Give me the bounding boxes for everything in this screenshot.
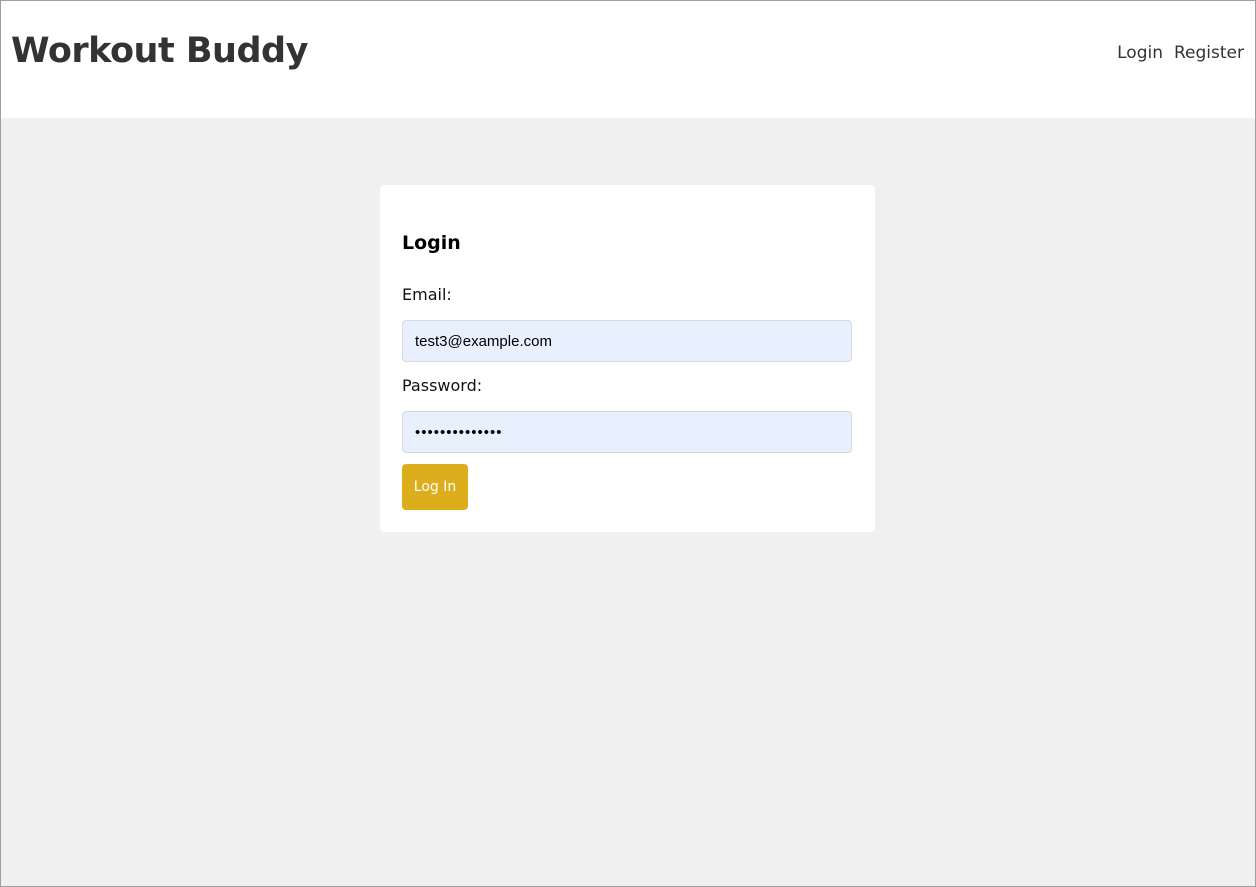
page: { "header": { "title": "Workout Buddy", … — [0, 0, 1256, 887]
email-input[interactable] — [402, 320, 852, 362]
email-label: Email: — [402, 285, 452, 304]
login-form-title: Login — [402, 232, 461, 254]
password-input[interactable] — [402, 411, 852, 453]
nav-register-link[interactable]: Register — [1174, 43, 1244, 63]
site-header: Workout Buddy Login Register — [1, 1, 1255, 118]
nav-login-link[interactable]: Login — [1117, 43, 1163, 63]
login-form: Login Email: Password: Log In — [380, 185, 875, 532]
site-logo[interactable]: Workout Buddy — [11, 31, 308, 71]
password-label: Password: — [402, 376, 483, 395]
login-submit-button[interactable]: Log In — [402, 464, 468, 510]
header-nav: Login Register — [1117, 43, 1244, 63]
